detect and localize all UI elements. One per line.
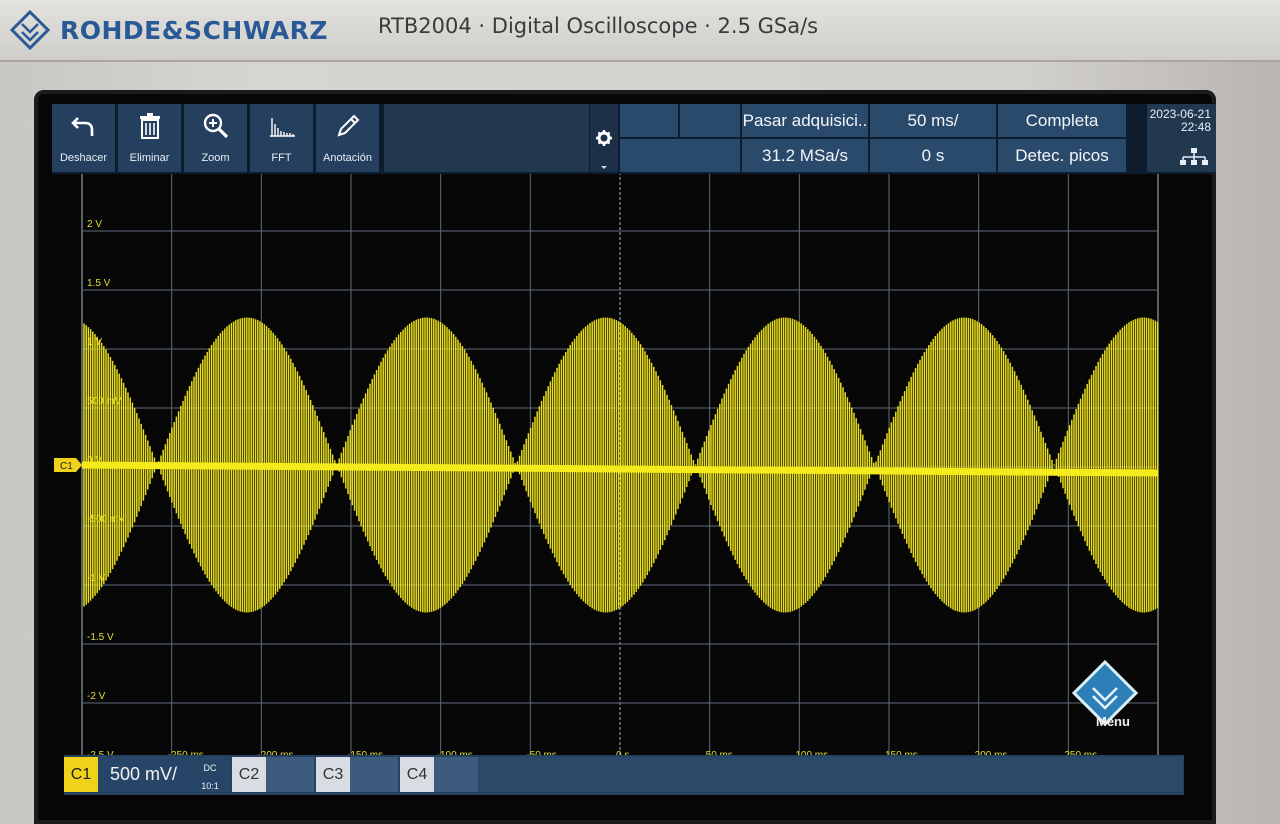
fft-button[interactable]: FFT	[250, 104, 314, 172]
channel-bar: C1 500 mV/ DC 10:1 C2 C3 C4	[64, 755, 1184, 795]
status-cell-empty-2	[680, 104, 740, 137]
oscilloscope-screen: Deshacer Eliminar Zoom FFT Anotación Pas…	[34, 90, 1216, 824]
settings-button[interactable]	[590, 104, 618, 172]
undo-label: Deshacer	[59, 152, 108, 164]
decimation-mode[interactable]: Detec. picos	[998, 139, 1126, 172]
channel-1-tag[interactable]: C1	[64, 757, 98, 792]
record-mode[interactable]: Completa	[998, 104, 1126, 137]
menu-label: Menu	[1096, 714, 1130, 729]
zoom-icon	[203, 113, 229, 139]
delete-label: Eliminar	[129, 152, 170, 164]
channel-2-button[interactable]: C2	[232, 757, 266, 792]
waveform-grid: 2 V1.5 V1 V500 mV0 V-500 mV-1 V-1.5 V-2 …	[54, 174, 1159, 770]
toolbar-empty-area	[384, 104, 589, 172]
network-icon	[1180, 148, 1208, 165]
undo-icon	[71, 117, 94, 136]
toolbar: Deshacer Eliminar Zoom FFT Anotación Pas…	[52, 104, 1216, 174]
voltage-label: -1.5 V	[87, 632, 114, 643]
annotation-button[interactable]: Anotación	[316, 104, 380, 172]
probe-ratio: 10:1	[201, 781, 219, 791]
zoom-button[interactable]: Zoom	[184, 104, 248, 172]
channel-1-marker: C1	[54, 458, 82, 472]
coupling-value: DC	[203, 763, 217, 773]
channel-1-marker-label: C1	[60, 461, 73, 472]
status-cell-empty-1	[620, 104, 678, 137]
pencil-icon	[337, 114, 360, 137]
acquisition-mode[interactable]: Pasar adquisici..	[742, 104, 868, 137]
zoom-label: Zoom	[201, 152, 230, 164]
trash-icon	[140, 113, 160, 139]
channel-1-coupling[interactable]: DC 10:1	[190, 757, 230, 792]
date-time: 2023-06-21 22:48	[1147, 104, 1216, 172]
annotation-label: Anotación	[323, 152, 372, 164]
gear-icon	[596, 130, 612, 169]
channel-1-scale[interactable]: 500 mV/	[98, 757, 190, 792]
delete-button[interactable]: Eliminar	[118, 104, 182, 172]
fft-label: FFT	[271, 152, 292, 164]
voltage-label: 1.5 V	[87, 278, 111, 289]
undo-button[interactable]: Deshacer	[52, 104, 116, 172]
model-line: RTB2004 · Digital Oscilloscope · 2.5 GSa…	[378, 14, 819, 38]
waveform-display[interactable]: 2 V 1.5 V1 V 500 mV 0 V -500 mV -1 V -1.5 V -2 …	[34, 174, 1164, 770]
time-offset[interactable]: 0 s	[870, 139, 996, 172]
brand-name: ROHDE&SCHWARZ	[60, 15, 329, 45]
rohde-schwarz-logo	[10, 10, 50, 50]
voltage-label: 2 V	[87, 219, 102, 230]
sample-rate[interactable]: 31.2 MSa/s	[742, 139, 868, 172]
channel-bar-empty	[478, 757, 1183, 792]
fft-icon	[270, 118, 295, 137]
channel-3-slot[interactable]	[350, 757, 398, 792]
voltage-label: -1 V	[87, 573, 106, 584]
channel-4-button[interactable]: C4	[400, 757, 434, 792]
brand: ROHDE&SCHWARZ	[10, 10, 328, 50]
channel-3-button[interactable]: C3	[316, 757, 350, 792]
voltage-label: -2 V	[87, 691, 106, 702]
time-scale[interactable]: 50 ms/	[870, 104, 996, 137]
status-cell-empty-3	[620, 139, 740, 172]
time: 22:48	[1180, 120, 1211, 134]
channel-2-slot[interactable]	[266, 757, 314, 792]
instrument-header: ROHDE&SCHWARZ RTB2004 · Digital Oscillos…	[0, 0, 1280, 62]
channel-4-slot[interactable]	[434, 757, 478, 792]
